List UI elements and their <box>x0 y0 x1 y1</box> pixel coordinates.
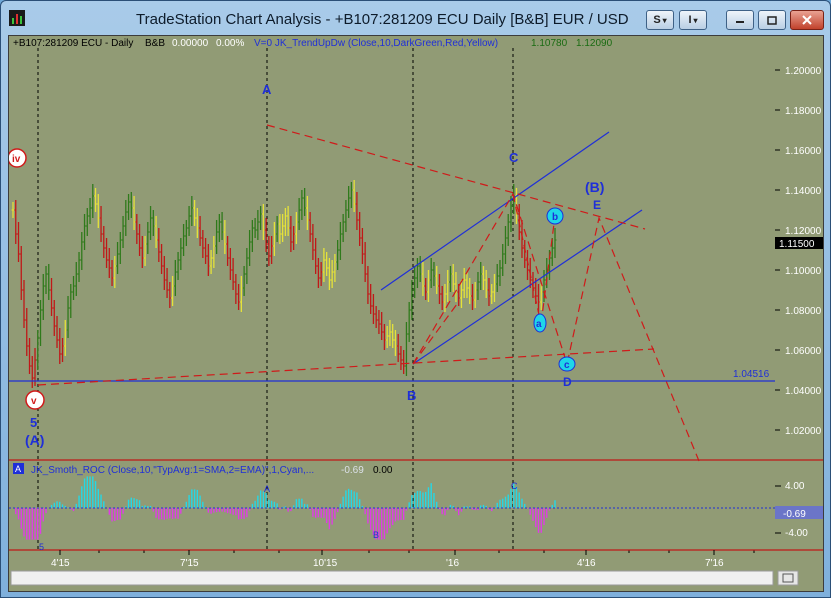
wave-label-b: b <box>552 212 558 223</box>
osc-tick-bottom-label: -4.00 <box>785 528 808 539</box>
time-axis: 4'15 7'15 10'15 '16 4'16 7'16 <box>51 550 724 569</box>
wave-label-B: B <box>407 388 416 403</box>
header-val2: 1.12090 <box>576 38 613 49</box>
chevron-down-icon: ▾ <box>662 15 667 25</box>
osc-current-value: -0.69 <box>783 509 806 520</box>
osc-label-five: 5 <box>39 542 44 552</box>
osc-label-C: C <box>511 481 518 491</box>
chevron-down-icon: ▾ <box>693 15 698 25</box>
last-price-value: 1.11500 <box>779 239 815 250</box>
indicator-menu-button[interactable]: I ▾ <box>679 10 707 30</box>
time-tick-label: '16 <box>446 558 459 569</box>
price-tick-label: 1.06000 <box>785 346 822 357</box>
scroll-zoom-box[interactable] <box>777 570 799 586</box>
wave-label-five: 5 <box>30 415 37 430</box>
time-tick-label: 4'16 <box>577 558 596 569</box>
header-indicator: V=0 JK_TrendUpDw (Close,10,DarkGreen,Red… <box>254 38 498 49</box>
symbol-menu-label: S <box>653 14 661 26</box>
oscillator-labels: A B C 5 <box>39 481 518 552</box>
channel-upper-line <box>380 131 610 291</box>
header-pct: 0.00% <box>216 38 244 49</box>
wave-label-iv: iv <box>12 154 21 165</box>
time-tick-label: 10'15 <box>313 558 338 569</box>
maximize-button[interactable] <box>758 10 786 30</box>
price-tick-label: 1.04000 <box>785 386 822 397</box>
wave-label-v: v <box>31 396 37 407</box>
wave-label-c: c <box>564 360 570 371</box>
wave-label-C: C <box>509 150 519 165</box>
header-val1: 1.10780 <box>531 38 568 49</box>
wave-path-BCDE <box>412 192 700 462</box>
wave-label-big-A: (A) <box>25 432 44 448</box>
price-tick-label: 1.20000 <box>785 66 822 77</box>
price-tick-label: 1.14000 <box>785 186 822 197</box>
oscillator-val2: 0.00 <box>373 465 393 476</box>
price-tick-label: 1.16000 <box>785 146 822 157</box>
header-bb: B&B <box>145 38 165 49</box>
close-icon <box>802 15 812 25</box>
time-tick-label: 7'16 <box>705 558 724 569</box>
time-tick-label: 4'15 <box>51 558 70 569</box>
wave-label-D: D <box>563 375 572 389</box>
osc-label-A: A <box>264 484 270 494</box>
oscillator-label-box-text: A <box>15 464 21 474</box>
app-window: TradeStation Chart Analysis - +B107:2812… <box>0 0 831 598</box>
price-tick-label: 1.10000 <box>785 266 822 277</box>
symbol-menu-button[interactable]: S ▾ <box>646 10 674 30</box>
indicator-menu-label: I <box>688 14 692 26</box>
time-tick-label: 7'15 <box>180 558 199 569</box>
price-bars <box>11 180 557 388</box>
support-level-label: 1.04516 <box>733 369 770 380</box>
header-value: 0.00000 <box>172 38 209 49</box>
price-tick-label: 1.02000 <box>785 426 822 437</box>
wave-label-A: A <box>262 82 272 97</box>
price-tick-label: 1.08000 <box>785 306 822 317</box>
wave-label-a: a <box>536 319 542 330</box>
wave-path-a-leg <box>512 193 542 325</box>
header-symbol: +B107:281209 ECU - Daily <box>13 38 133 49</box>
time-scrollbar[interactable] <box>10 570 774 586</box>
tradestation-icon <box>9 10 25 26</box>
oscillator-name: JK_Smoth_ROC (Close,10,"TypAvg:1=SMA,2=E… <box>31 465 314 476</box>
osc-tick-top-label: 4.00 <box>785 481 805 492</box>
window-title: TradeStation Chart Analysis - +B107:2812… <box>136 11 629 28</box>
chart-header: +B107:281209 ECU - Daily B&B 0.00000 0.0… <box>13 38 613 49</box>
minimize-icon <box>736 21 744 23</box>
close-button[interactable] <box>790 10 824 30</box>
minimize-button[interactable] <box>726 10 754 30</box>
triangle-upper-line <box>266 124 646 230</box>
price-tick-label: 1.18000 <box>785 106 822 117</box>
price-tick-label: 1.12000 <box>785 226 822 237</box>
osc-label-B: B <box>373 530 379 540</box>
wave-label-E: E <box>593 198 601 212</box>
wave-path-b-leg <box>412 303 458 365</box>
oscillator-val1: -0.69 <box>341 465 364 476</box>
wave-label-big-B: (B) <box>585 179 604 195</box>
maximize-icon <box>767 15 777 25</box>
oscillator-header: A JK_Smoth_ROC (Close,10,"TypAvg:1=SMA,2… <box>13 463 393 476</box>
chart-area[interactable]: +B107:281209 ECU - Daily B&B 0.00000 0.0… <box>8 35 824 592</box>
price-chart-svg[interactable]: +B107:281209 ECU - Daily B&B 0.00000 0.0… <box>9 36 823 591</box>
title-bar[interactable]: TradeStation Chart Analysis - +B107:2812… <box>1 1 830 37</box>
